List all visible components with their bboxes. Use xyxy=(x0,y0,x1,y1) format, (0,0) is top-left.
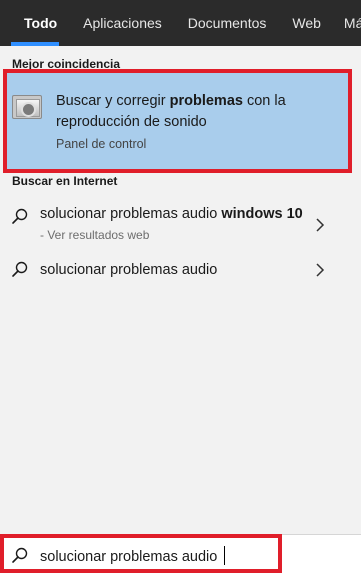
tab-todo[interactable]: Todo xyxy=(0,0,70,46)
best-match-title: Buscar y corregir problemas con la repro… xyxy=(56,91,341,133)
web-search-heading: Buscar en Internet xyxy=(12,174,118,188)
chevron-right-icon[interactable] xyxy=(315,218,325,232)
tab-documentos[interactable]: Documentos xyxy=(175,0,280,46)
search-icon xyxy=(12,261,28,277)
search-box[interactable] xyxy=(0,534,361,573)
web-result-2[interactable]: solucionar problemas audio xyxy=(0,258,361,284)
tab-mas[interactable]: Más xyxy=(334,0,361,46)
search-tabs: Todo Aplicaciones Documentos Web Más xyxy=(0,0,361,46)
best-match-title-bold: problemas xyxy=(169,93,243,109)
best-match-subtitle: Panel de control xyxy=(56,137,147,151)
chevron-right-icon[interactable] xyxy=(315,263,325,277)
web-result-1-query: solucionar problemas audio xyxy=(40,206,222,222)
web-result-1-bold: windows 10 xyxy=(221,206,303,222)
best-match-title-prefix: Buscar y corregir xyxy=(56,93,170,109)
text-caret xyxy=(224,546,225,565)
speaker-control-panel-icon xyxy=(12,95,42,119)
best-match-heading: Mejor coincidencia xyxy=(12,57,121,71)
search-icon xyxy=(12,547,28,563)
web-result-1-hint: - Ver resultados web xyxy=(40,228,150,242)
web-result-2-text: solucionar problemas audio xyxy=(40,262,218,278)
search-icon xyxy=(12,208,28,224)
tab-web[interactable]: Web xyxy=(279,0,334,46)
web-result-1-text: solucionar problemas audio windows 10 - … xyxy=(40,204,310,246)
web-result-1[interactable]: solucionar problemas audio windows 10 - … xyxy=(0,200,361,250)
search-input[interactable] xyxy=(40,546,280,568)
tab-aplicaciones[interactable]: Aplicaciones xyxy=(70,0,175,46)
